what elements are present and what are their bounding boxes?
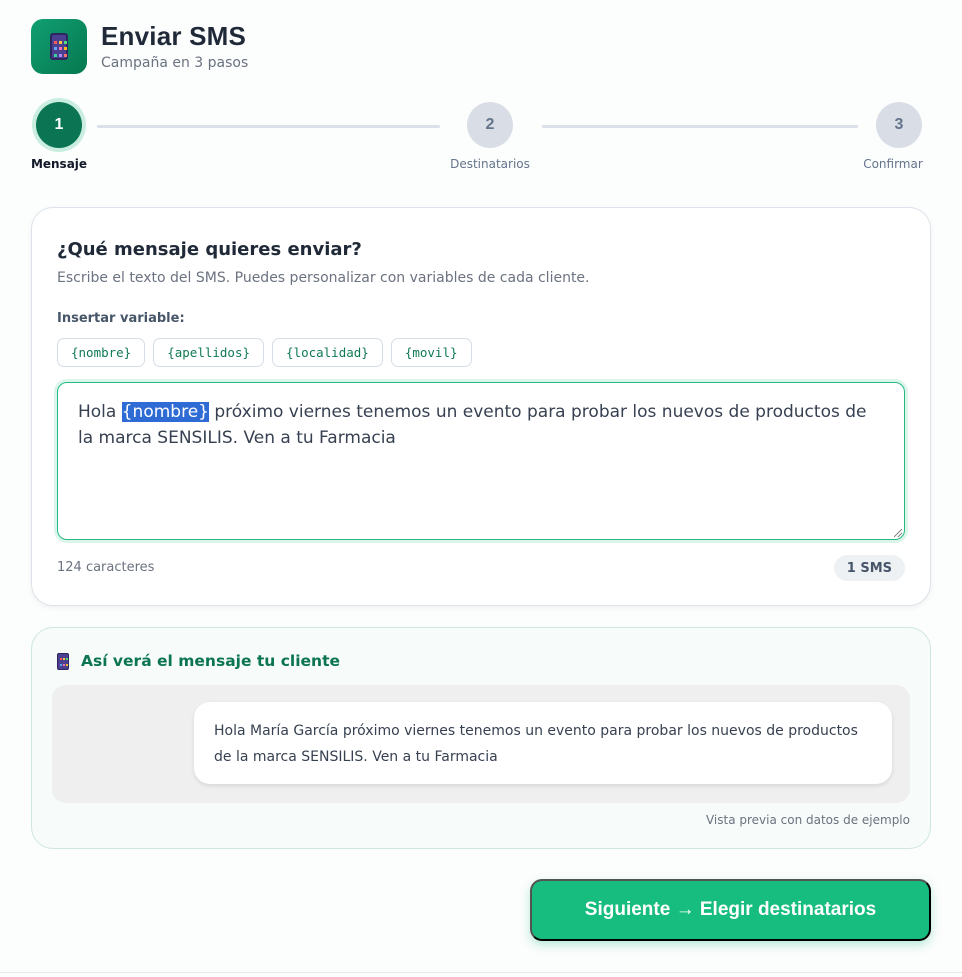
step-2[interactable]: 2 Destinatarios	[450, 102, 530, 171]
variable-chips: {nombre} {apellidos} {localidad} {movil}	[57, 338, 472, 367]
page-subtitle: Campaña en 3 pasos	[101, 55, 249, 71]
message-card-title: ¿Qué mensaje quieres enviar?	[57, 239, 362, 260]
step-1-circle: 1	[36, 102, 82, 148]
preview-header: Así verá el mensaje tu cliente	[57, 652, 340, 670]
step-3-label: Confirmar	[863, 157, 923, 171]
preview-title: Así verá el mensaje tu cliente	[81, 652, 340, 670]
step-3-circle: 3	[876, 102, 922, 148]
step-2-label: Destinatarios	[450, 157, 530, 171]
step-1-label: Mensaje	[30, 157, 88, 171]
message-bubble: Hola María García próximo viernes tenemo…	[194, 702, 892, 784]
resize-handle[interactable]	[894, 529, 902, 537]
next-button[interactable]: Siguiente → Elegir destinatarios	[530, 879, 931, 941]
preview-area: Hola María García próximo viernes tenemo…	[52, 685, 910, 803]
character-count: 124 caracteres	[57, 560, 155, 575]
variable-chip-movil[interactable]: {movil}	[390, 338, 472, 367]
stepper: 1 Mensaje 2 Destinatarios 3 Confirmar	[0, 102, 962, 182]
preview-note: Vista previa con datos de ejemplo	[705, 813, 910, 827]
variable-chip-localidad[interactable]: {localidad}	[272, 338, 383, 367]
page-header: Enviar SMS Campaña en 3 pasos	[31, 19, 248, 74]
variables-label: Insertar variable:	[57, 311, 185, 326]
message-text-prefix: Hola	[78, 402, 122, 422]
step-1[interactable]: 1 Mensaje	[31, 102, 87, 171]
step-3[interactable]: 3 Confirmar	[863, 102, 923, 171]
sms-count-badge: 1 SMS	[833, 555, 905, 581]
step-connector	[97, 125, 440, 128]
message-card-description: Escribe el texto del SMS. Puedes persona…	[57, 270, 590, 286]
message-selected-variable: {nombre}	[121, 402, 209, 422]
preview-card: Así verá el mensaje tu cliente Hola Marí…	[31, 627, 931, 849]
step-2-circle: 2	[467, 102, 513, 148]
message-textarea[interactable]: Hola {nombre} próximo viernes tenemos un…	[57, 382, 905, 540]
page-title: Enviar SMS	[101, 21, 247, 51]
message-card: ¿Qué mensaje quieres enviar? Escribe el …	[31, 207, 931, 606]
divider	[0, 972, 962, 973]
phone-icon	[57, 652, 69, 670]
variable-chip-apellidos[interactable]: {apellidos}	[153, 338, 265, 367]
phone-icon	[31, 19, 87, 74]
step-connector	[542, 125, 858, 128]
variable-chip-nombre[interactable]: {nombre}	[57, 338, 146, 367]
